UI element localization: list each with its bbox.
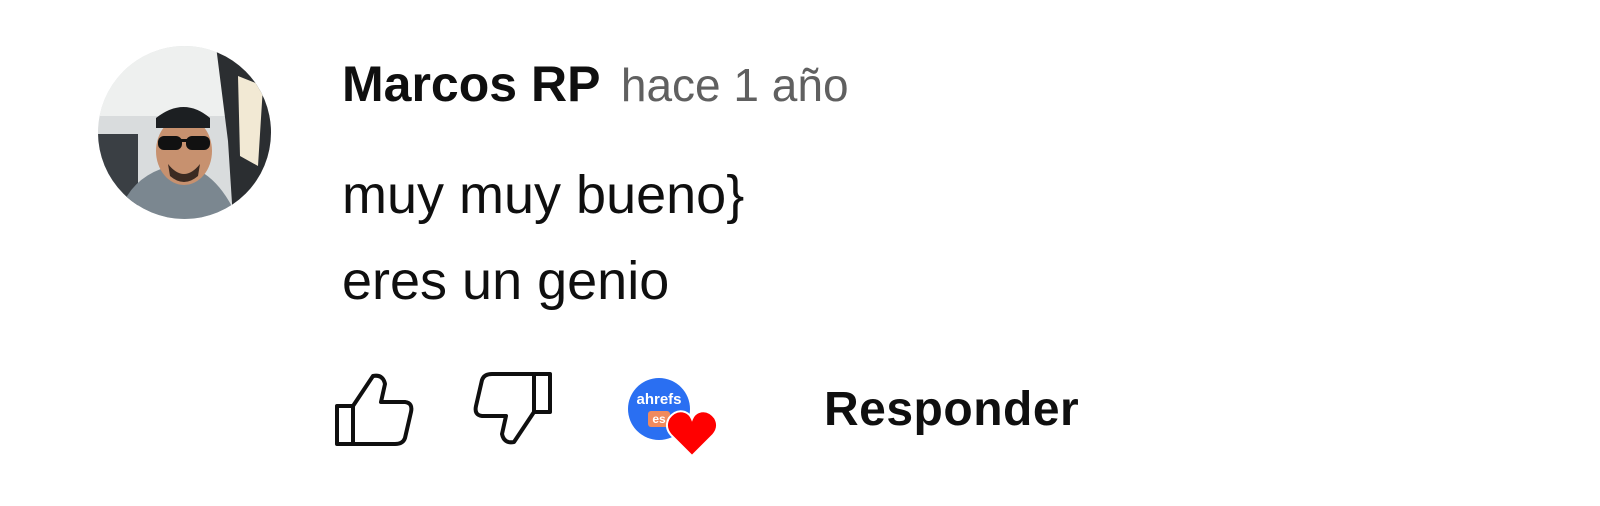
author-name[interactable]: Marcos RP [342, 56, 600, 112]
creator-avatar-brand: ahrefs [636, 391, 682, 408]
creator-heart[interactable]: ahrefs es [628, 378, 720, 462]
like-button[interactable] [333, 370, 415, 448]
comment-header: Marcos RP hace 1 año [342, 52, 849, 129]
thumb-down-icon [473, 372, 552, 445]
thumb-up-icon [335, 373, 414, 446]
reply-button[interactable]: Responder [824, 380, 1079, 440]
comment-thread: Marcos RP hace 1 año muy muy bueno} eres… [0, 0, 1600, 506]
avatar[interactable] [98, 46, 271, 219]
comment-body: muy muy bueno} eres un genio [342, 152, 744, 324]
comment-text-line: muy muy bueno} [342, 165, 745, 225]
dislike-button[interactable] [472, 370, 554, 448]
avatar-photo [98, 46, 271, 219]
comment-timestamp[interactable]: hace 1 año [621, 59, 849, 111]
comment-text-line: eres un genio [342, 251, 670, 311]
heart-icon [666, 410, 718, 458]
